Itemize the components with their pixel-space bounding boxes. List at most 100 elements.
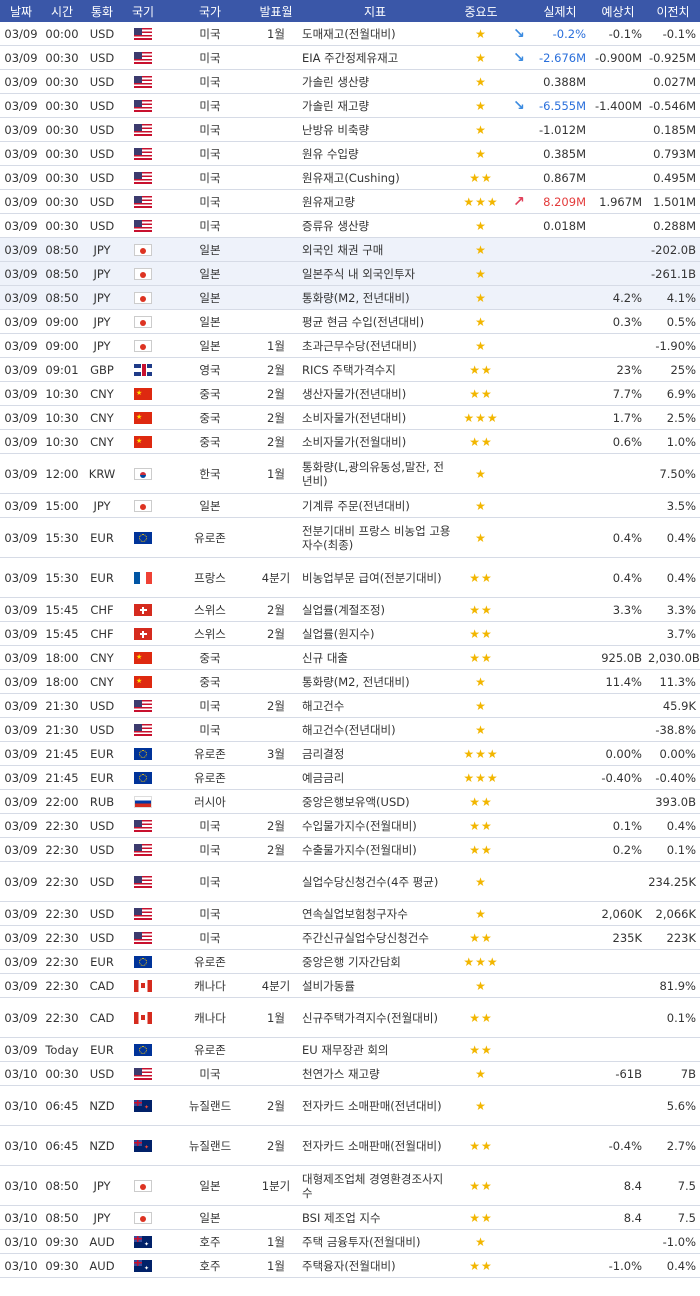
- table-row[interactable]: 03/09 22:00 RUB 러시아 중앙은행보유액(USD) ★★ 393.0B: [0, 789, 700, 814]
- cell-indicator[interactable]: 신규주택가격지수(전월대비): [296, 997, 454, 1038]
- cell-indicator[interactable]: 중앙은행보유액(USD): [296, 789, 454, 814]
- table-row[interactable]: 03/09 00:30 USD 미국 가솔린 생산량 ★ 0.388M 0.027M: [0, 69, 700, 94]
- table-row[interactable]: 03/09 22:30 USD 미국 2월 수입물가지수(전월대비) ★★ 0.1% 0.4%: [0, 813, 700, 838]
- cell-indicator[interactable]: 외국인 채권 구매: [296, 237, 454, 262]
- cell-indicator[interactable]: 설비가동률: [296, 973, 454, 998]
- header-date[interactable]: 날짜: [0, 0, 42, 22]
- cell-indicator[interactable]: 원유재고량: [296, 189, 454, 214]
- cell-indicator[interactable]: 통화량(M2, 전년대비): [296, 285, 454, 310]
- table-row[interactable]: 03/09 21:30 USD 미국 2월 해고건수 ★ 45.9K: [0, 693, 700, 718]
- cell-indicator[interactable]: 수출물가지수(전월대비): [296, 837, 454, 862]
- cell-indicator[interactable]: 대형제조업체 경영환경조사지수: [296, 1165, 454, 1206]
- table-row[interactable]: 03/09 22:30 CAD 캐나다 4분기 설비가동률 ★ 81.9%: [0, 973, 700, 998]
- cell-indicator[interactable]: 예금금리: [296, 765, 454, 790]
- cell-indicator[interactable]: 난방유 비축량: [296, 117, 454, 142]
- table-row[interactable]: 03/09 08:50 JPY 일본 일본주식 내 외국인투자 ★ -261.1B: [0, 261, 700, 286]
- table-row[interactable]: 03/0918:00CNY 중국 신규 대출 ★★ 925.0B2,030.0B: [0, 645, 700, 670]
- table-row[interactable]: 03/1006:45NZD 뉴질랜드2월전자카드 소매판매(전월대비) ★★ -0.4…: [0, 1125, 700, 1166]
- table-row[interactable]: 03/10 08:50 JPY 일본 BSI 제조업 지수 ★★ 8.4 7.5: [0, 1205, 700, 1230]
- header-indicator[interactable]: 지표: [296, 0, 454, 22]
- table-row[interactable]: 03/0910:30CNY 중국2월소비자물가(전월대비) ★★ 0.6%1.0%: [0, 429, 700, 454]
- table-row[interactable]: 03/1009:30AUD 호주1월주택 금융투자(전월대비) ★ -1.0%: [0, 1229, 700, 1254]
- cell-indicator[interactable]: 전자카드 소매판매(전년대비): [296, 1085, 454, 1126]
- table-row[interactable]: 03/09 22:30 EUR 유로존 중앙은행 기자간담회 ★★★: [0, 949, 700, 974]
- cell-indicator[interactable]: BSI 제조업 지수: [296, 1205, 454, 1230]
- header-actual[interactable]: 실제치: [530, 0, 590, 22]
- cell-indicator[interactable]: 기계류 주문(전년대비): [296, 493, 454, 518]
- cell-indicator[interactable]: 실업수당신청건수(4주 평균): [296, 861, 454, 902]
- cell-indicator[interactable]: 해고건수(전년대비): [296, 717, 454, 742]
- cell-indicator[interactable]: 가솔린 생산량: [296, 69, 454, 94]
- header-currency[interactable]: 통화: [82, 0, 122, 22]
- table-row[interactable]: 03/09 00:00 USD 미국 1월 도매재고(전월대비) ★ ↘ -0.2% -0.1% -…: [0, 22, 700, 46]
- cell-indicator[interactable]: 소비자물가(전년대비): [296, 405, 454, 430]
- table-row[interactable]: 03/09 15:45 CHF 스위스 2월 실업률(계절조정) ★★ 3.3% 3.3%: [0, 597, 700, 622]
- cell-indicator[interactable]: 증류유 생산량: [296, 213, 454, 238]
- table-row[interactable]: 03/09 22:30 CAD 캐나다 1월 신규주택가격지수(전월대비) ★★ 0.1%: [0, 997, 700, 1038]
- table-row[interactable]: 03/1006:45NZD 뉴질랜드2월전자카드 소매판매(전년대비) ★ 5.6%: [0, 1085, 700, 1126]
- cell-indicator[interactable]: 주간신규실업수당신청건수: [296, 925, 454, 950]
- cell-indicator[interactable]: 평균 현금 수입(전년대비): [296, 309, 454, 334]
- cell-indicator[interactable]: 금리결정: [296, 741, 454, 766]
- cell-indicator[interactable]: 일본주식 내 외국인투자: [296, 261, 454, 286]
- table-row[interactable]: 03/09 15:45 CHF 스위스 2월 실업률(원지수) ★★ 3.7%: [0, 621, 700, 646]
- cell-indicator[interactable]: 소비자물가(전월대비): [296, 429, 454, 454]
- table-row[interactable]: 03/09 08:50 JPY 일본 외국인 채권 구매 ★ -202.0B: [0, 237, 700, 262]
- table-row[interactable]: 03/09 21:30 USD 미국 해고건수(전년대비) ★ -38.8%: [0, 717, 700, 742]
- header-flag[interactable]: 국기: [122, 0, 164, 22]
- table-row[interactable]: 03/09 09:00 JPY 일본 1월 초과근무수당(전년대비) ★ -1.90%: [0, 333, 700, 358]
- table-row[interactable]: 03/10 00:30 USD 미국 천연가스 재고량 ★ -61B 7B: [0, 1061, 700, 1086]
- table-row[interactable]: 03/10 08:50 JPY 일본 1분기 대형제조업체 경영환경조사지수 ★★ 8.4 7.…: [0, 1165, 700, 1206]
- table-row[interactable]: 03/09 Today EUR 유로존 EU 재무장관 회의 ★★: [0, 1037, 700, 1062]
- header-previous[interactable]: 이전치: [646, 0, 700, 22]
- table-row[interactable]: 03/09 00:30 USD 미국 가솔린 재고량 ★ ↘ -6.555M -1.400M -0…: [0, 93, 700, 118]
- cell-indicator[interactable]: 실업률(계절조정): [296, 597, 454, 622]
- cell-indicator[interactable]: 해고건수: [296, 693, 454, 718]
- table-row[interactable]: 03/09 12:00 KRW 한국 1월 통화량(L,광의유동성,말잔, 전년비) ★ 7.…: [0, 453, 700, 494]
- table-row[interactable]: 03/09 08:50 JPY 일본 통화량(M2, 전년대비) ★ 4.2% 4.1%: [0, 285, 700, 310]
- cell-indicator[interactable]: 중앙은행 기자간담회: [296, 949, 454, 974]
- cell-indicator[interactable]: 원유 수입량: [296, 141, 454, 166]
- cell-indicator[interactable]: 주택 금융투자(전월대비): [296, 1229, 454, 1254]
- table-row[interactable]: 03/09 09:01 GBP 영국 2월 RICS 주택가격수지 ★★ 23% 25%: [0, 357, 700, 382]
- header-importance[interactable]: 중요도: [454, 0, 508, 22]
- table-row[interactable]: 03/09 15:30 EUR 유로존 전분기대비 프랑스 비농업 고용자수(최종) ★ 0…: [0, 517, 700, 558]
- table-row[interactable]: 03/09 00:30 USD 미국 증류유 생산량 ★ 0.018M 0.288M: [0, 213, 700, 238]
- cell-indicator[interactable]: 천연가스 재고량: [296, 1061, 454, 1086]
- table-row[interactable]: 03/09 00:30 USD 미국 원유재고량 ★★★ ↗ 8.209M 1.967M 1.50…: [0, 189, 700, 214]
- cell-indicator[interactable]: 원유재고(Cushing): [296, 165, 454, 190]
- cell-indicator[interactable]: 생산자물가(전년대비): [296, 381, 454, 406]
- table-row[interactable]: 03/09 00:30 USD 미국 원유재고(Cushing) ★★ 0.867M 0.49…: [0, 165, 700, 190]
- table-row[interactable]: 03/09 22:30 USD 미국 실업수당신청건수(4주 평균) ★ 234.25K: [0, 861, 700, 902]
- table-row[interactable]: 03/0918:00CNY 중국 통화량(M2, 전년대비) ★ 11.4%11.3%: [0, 669, 700, 694]
- cell-indicator[interactable]: 수입물가지수(전월대비): [296, 813, 454, 838]
- table-row[interactable]: 03/1009:30AUD 호주1월주택융자(전월대비) ★★ -1.0%0.4%: [0, 1253, 700, 1278]
- table-row[interactable]: 03/0910:30CNY 중국2월생산자물가(전년대비) ★★ 7.7%6.9%: [0, 381, 700, 406]
- cell-indicator[interactable]: 비농업부문 급여(전분기대비): [296, 557, 454, 598]
- cell-indicator[interactable]: 통화량(M2, 전년대비): [296, 669, 454, 694]
- header-time[interactable]: 시간: [42, 0, 82, 22]
- cell-indicator[interactable]: 연속실업보험청구자수: [296, 901, 454, 926]
- table-row[interactable]: 03/09 15:00 JPY 일본 기계류 주문(전년대비) ★ 3.5%: [0, 493, 700, 518]
- cell-indicator[interactable]: 가솔린 재고량: [296, 93, 454, 118]
- table-row[interactable]: 03/09 22:30 USD 미국 2월 수출물가지수(전월대비) ★★ 0.2% 0.1%: [0, 837, 700, 862]
- cell-indicator[interactable]: EIA 주간정제유재고: [296, 45, 454, 70]
- table-row[interactable]: 03/09 00:30 USD 미국 EIA 주간정제유재고 ★ ↘ -2.676M -0.90…: [0, 45, 700, 70]
- cell-indicator[interactable]: RICS 주택가격수지: [296, 357, 454, 382]
- table-row[interactable]: 03/09 15:30 EUR 프랑스 4분기 비농업부문 급여(전분기대비) ★★ 0.4%…: [0, 557, 700, 598]
- table-row[interactable]: 03/09 00:30 USD 미국 난방유 비축량 ★ -1.012M 0.185M: [0, 117, 700, 142]
- cell-indicator[interactable]: 실업률(원지수): [296, 621, 454, 646]
- cell-indicator[interactable]: 전자카드 소매판매(전월대비): [296, 1125, 454, 1166]
- table-row[interactable]: 03/09 00:30 USD 미국 원유 수입량 ★ 0.385M 0.793M: [0, 141, 700, 166]
- cell-indicator[interactable]: 초과근무수당(전년대비): [296, 333, 454, 358]
- cell-indicator[interactable]: 신규 대출: [296, 645, 454, 670]
- table-row[interactable]: 03/09 21:45 EUR 유로존 예금금리 ★★★ -0.40% -0.40%: [0, 765, 700, 790]
- header-release-month[interactable]: 발표월: [256, 0, 296, 22]
- cell-indicator[interactable]: 도매재고(전월대비): [296, 22, 454, 46]
- header-country[interactable]: 국가: [164, 0, 256, 22]
- table-row[interactable]: 03/09 21:45 EUR 유로존 3월 금리결정 ★★★ 0.00% 0.00%: [0, 741, 700, 766]
- cell-indicator[interactable]: 통화량(L,광의유동성,말잔, 전년비): [296, 453, 454, 494]
- table-row[interactable]: 03/09 09:00 JPY 일본 평균 현금 수입(전년대비) ★ 0.3% 0.5%: [0, 309, 700, 334]
- table-row[interactable]: 03/0910:30CNY 중국2월소비자물가(전년대비) ★★★ 1.7%2.5%: [0, 405, 700, 430]
- header-forecast[interactable]: 예상치: [590, 0, 646, 22]
